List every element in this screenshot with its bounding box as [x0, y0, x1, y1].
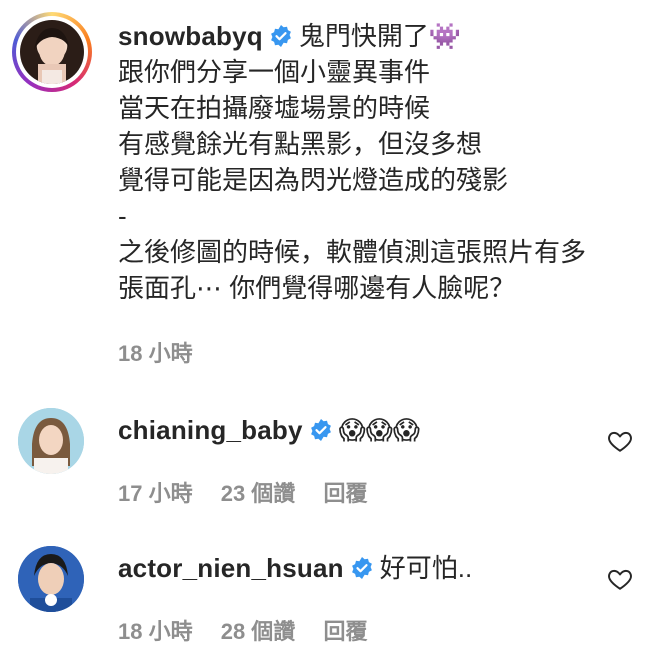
comment-item: chianing_baby 😱😱😱 17 小時 23 個讚 回覆: [0, 400, 646, 520]
comment-username[interactable]: snowbabyq: [118, 21, 263, 51]
caption-line: 之後修圖的時候，軟體偵測這張照片有多: [118, 237, 587, 267]
heart-icon[interactable]: [607, 566, 633, 592]
avatar[interactable]: [18, 546, 84, 612]
verified-badge-icon: [270, 25, 291, 47]
avatar[interactable]: [20, 20, 84, 84]
comment-likes-count[interactable]: 28 個讚: [221, 619, 296, 644]
caption-line: 當天在拍攝廢墟場景的時候: [118, 93, 431, 123]
reply-button[interactable]: 回覆: [323, 481, 367, 506]
caption-line: 覺得可能是因為閃光燈造成的殘影: [118, 165, 509, 195]
comment-timestamp[interactable]: 18 小時: [118, 619, 193, 644]
comment-likes-count[interactable]: 23 個讚: [221, 481, 296, 506]
verified-badge-icon: [351, 557, 372, 579]
caption-line: 鬼門快開了👾: [298, 21, 462, 51]
story-ring[interactable]: [12, 12, 92, 92]
comment-timestamp[interactable]: 18 小時: [118, 341, 193, 366]
caption-line: 有感覺餘光有點黑影，但沒多想: [118, 129, 483, 159]
comment-username[interactable]: actor_nien_hsuan: [118, 553, 344, 583]
comment-timestamp[interactable]: 17 小時: [118, 481, 193, 506]
caption-comment: snowbabyq 鬼門快開了👾 跟你們分享一個小靈異事件 當天在拍攝廢墟場景的時…: [0, 0, 646, 380]
comment-text: 😱😱😱: [338, 415, 420, 445]
comment-item: actor_nien_hsuan 好可怕.. 18 小時 28 個讚 回覆: [0, 538, 646, 666]
avatar[interactable]: [18, 408, 84, 474]
comment-text: 好可怕..: [379, 553, 473, 583]
caption-line: 張面孔⋯ 你們覺得哪邊有人臉呢？: [118, 273, 516, 303]
caption-line: -: [118, 201, 127, 231]
verified-badge-icon: [310, 419, 331, 441]
caption-line: 跟你們分享一個小靈異事件: [118, 57, 431, 87]
reply-button[interactable]: 回覆: [323, 619, 367, 644]
heart-icon[interactable]: [607, 428, 633, 454]
comment-username[interactable]: chianing_baby: [118, 415, 303, 445]
